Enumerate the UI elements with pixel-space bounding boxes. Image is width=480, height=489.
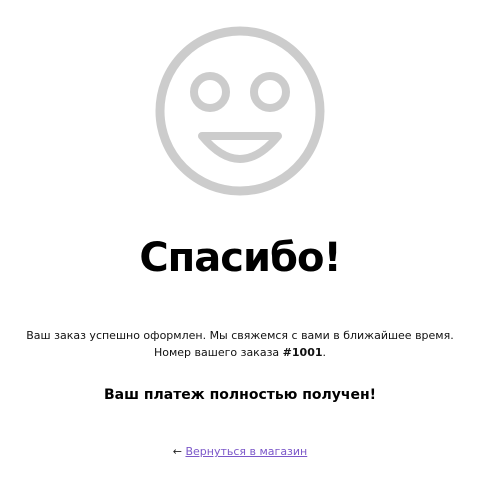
order-number: #1001	[282, 346, 323, 359]
order-number-line: Номер вашего заказа #1001.	[0, 344, 480, 361]
back-to-store-link[interactable]: Вернуться в магазин	[185, 445, 307, 458]
order-number-suffix: .	[322, 346, 327, 359]
payment-status: Ваш платеж полностью получен!	[103, 387, 377, 403]
confirmation-text: Ваш заказ успешно оформлен. Мы свяжемся …	[26, 329, 454, 342]
confirmation-message: Ваш заказ успешно оформлен. Мы свяжемся …	[0, 327, 480, 361]
order-number-label: Номер вашего заказа	[153, 346, 280, 359]
left-arrow-icon: ←	[172, 445, 182, 458]
page-title: Спасибо!	[139, 235, 341, 281]
thank-you-page: Спасибо! Ваш заказ успешно оформлен. Мы …	[0, 0, 480, 489]
back-to-store: ← Вернуться в магазин	[0, 444, 480, 460]
smiley-face-icon	[155, 26, 325, 196]
